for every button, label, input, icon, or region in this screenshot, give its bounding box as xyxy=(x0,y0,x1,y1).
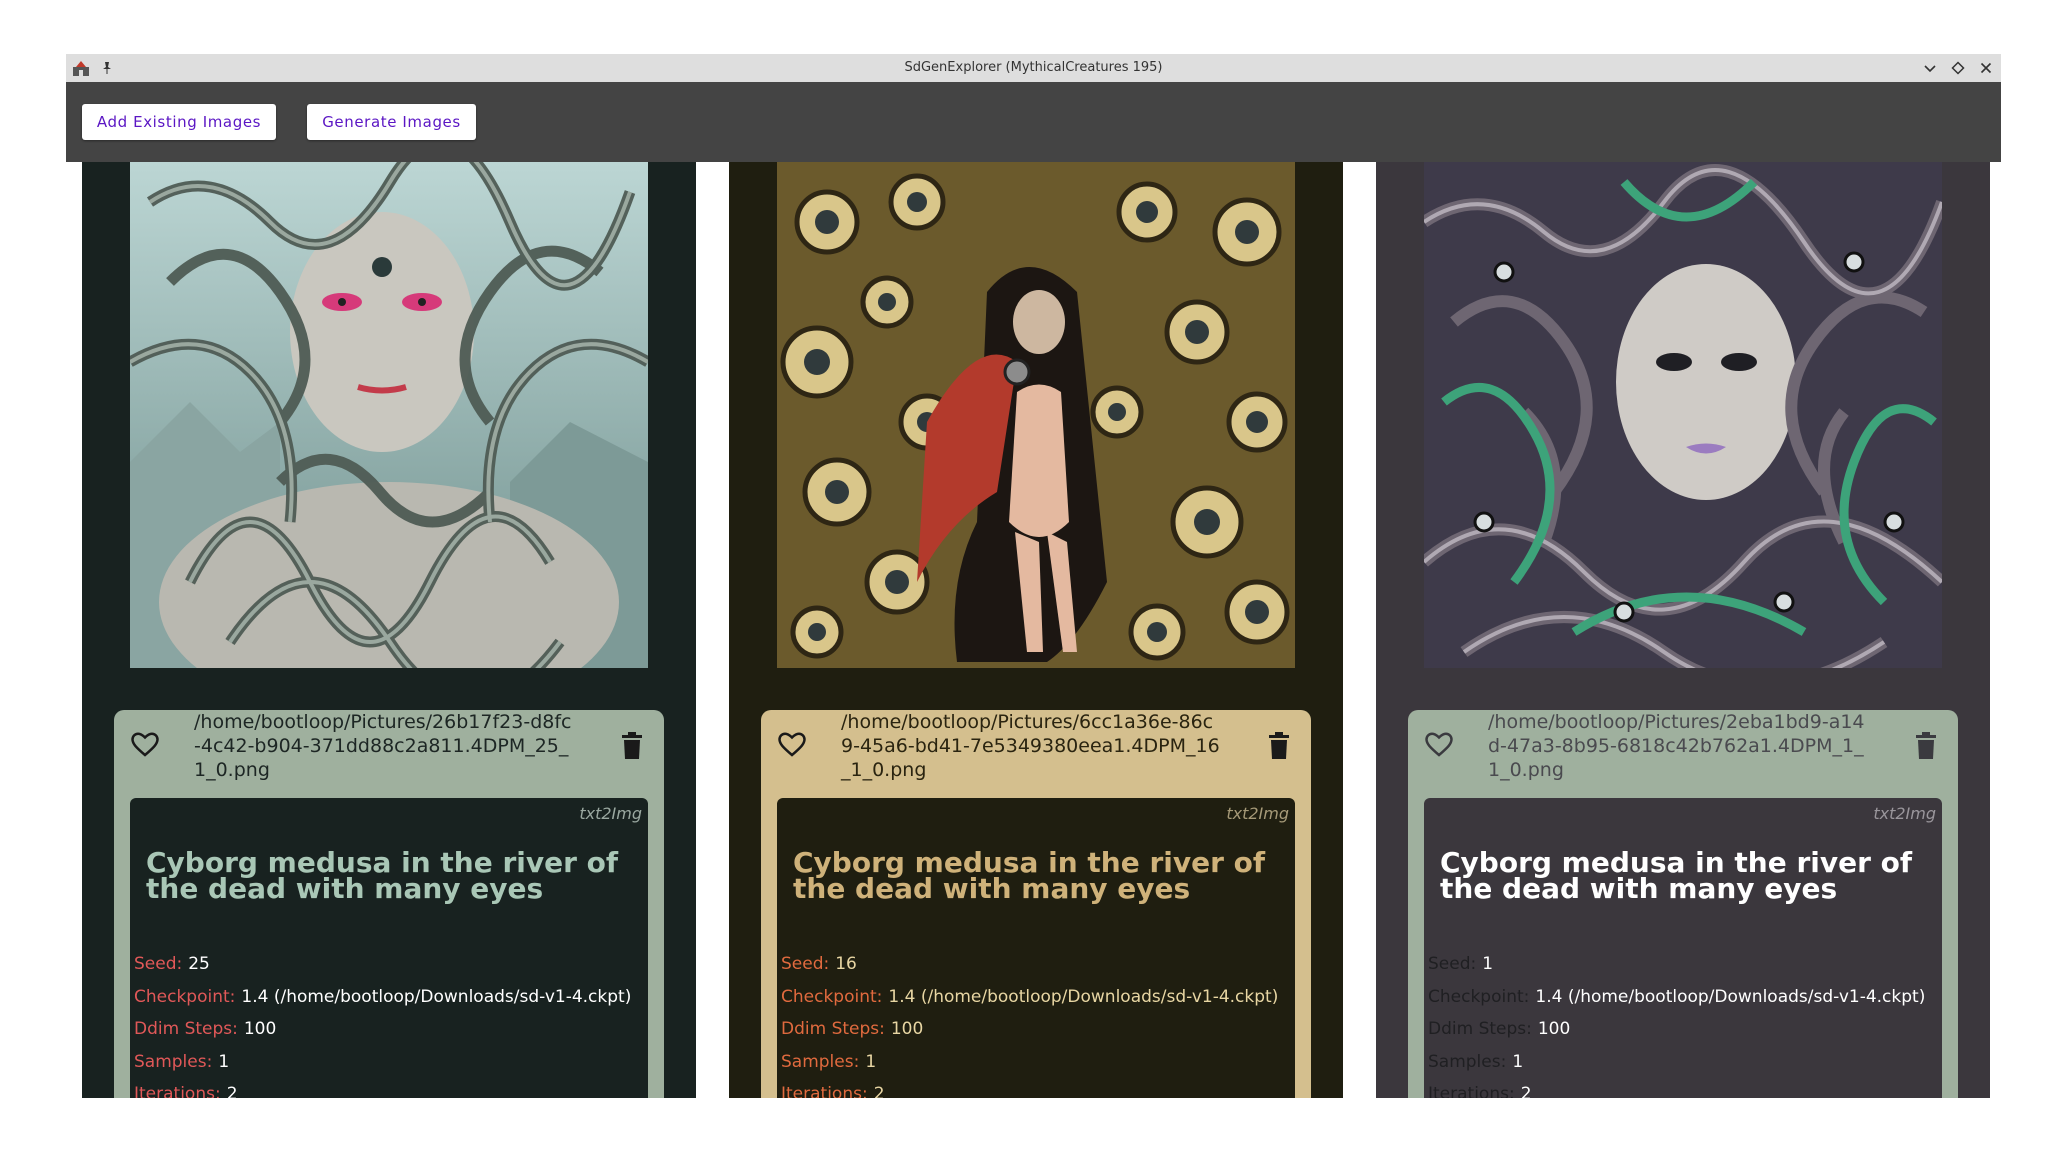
checkpoint-label: Checkpoint: xyxy=(1428,986,1530,1007)
generation-metadata: txt2Img Cyborg medusa in the river of th… xyxy=(1424,798,1942,1098)
image-info-panel: /home/bootloop/Pictures/2eba1bd9-a14d-47… xyxy=(1408,710,1958,1098)
samples-value: 1 xyxy=(865,1051,877,1072)
trash-icon[interactable] xyxy=(1267,732,1291,760)
iterations-row: Iterations: 2 xyxy=(781,1078,1278,1098)
seed-label: Seed: xyxy=(1428,954,1477,974)
iterations-value: 2 xyxy=(873,1084,885,1098)
samples-value: 1 xyxy=(218,1051,230,1072)
seed-row: Seed: 16 xyxy=(781,948,1278,981)
iterations-value: 2 xyxy=(226,1084,238,1098)
seed-row: Seed: 1 xyxy=(1428,948,1925,981)
image-card-list[interactable]: /home/bootloop/Pictures/26b17f23-d8fc-4c… xyxy=(66,162,2001,1098)
checkpoint-row: Checkpoint: 1.4 (/home/bootloop/Downloads… xyxy=(134,981,631,1014)
seed-value: 16 xyxy=(835,954,857,974)
close-icon[interactable] xyxy=(1977,59,1995,77)
checkpoint-label: Checkpoint: xyxy=(781,986,883,1007)
ddim-steps-value: 100 xyxy=(243,1019,277,1039)
seed-label: Seed: xyxy=(781,954,830,974)
generation-metadata: txt2Img Cyborg medusa in the river of th… xyxy=(130,798,648,1098)
seed-row: Seed: 25 xyxy=(134,948,631,981)
samples-row: Samples: 1 xyxy=(1428,1046,1925,1079)
checkpoint-value: 1.4 (/home/bootloop/Downloads/sd-v1-4.ck… xyxy=(241,986,632,1007)
toolbar: Add Existing Images Generate Images xyxy=(66,82,2001,162)
checkpoint-row: Checkpoint: 1.4 (/home/bootloop/Downloads… xyxy=(1428,981,1925,1014)
trash-icon[interactable] xyxy=(620,732,644,760)
generation-mode: txt2Img xyxy=(579,804,642,823)
file-path: /home/bootloop/Pictures/26b17f23-d8fc-4c… xyxy=(194,711,572,781)
ddim-steps-label: Ddim Steps: xyxy=(781,1019,885,1039)
samples-row: Samples: 1 xyxy=(781,1046,1278,1079)
generation-mode: txt2Img xyxy=(1873,804,1936,823)
heart-icon[interactable] xyxy=(777,730,807,760)
heart-icon[interactable] xyxy=(1424,730,1454,760)
ddim-steps-row: Ddim Steps: 100 xyxy=(781,1013,1278,1046)
maximize-icon[interactable] xyxy=(1949,59,1967,77)
generation-metadata: txt2Img Cyborg medusa in the river of th… xyxy=(777,798,1295,1098)
seed-label: Seed: xyxy=(134,954,183,974)
image-info-panel: /home/bootloop/Pictures/26b17f23-d8fc-4c… xyxy=(114,710,664,1098)
checkpoint-value: 1.4 (/home/bootloop/Downloads/sd-v1-4.ck… xyxy=(1535,986,1926,1007)
samples-value: 1 xyxy=(1512,1051,1524,1072)
ddim-steps-value: 100 xyxy=(1537,1019,1571,1039)
iterations-label: Iterations: xyxy=(1428,1084,1515,1098)
samples-label: Samples: xyxy=(781,1051,860,1072)
iterations-row: Iterations: 2 xyxy=(134,1078,631,1098)
file-path: /home/bootloop/Pictures/6cc1a36e-86c9-45… xyxy=(841,711,1220,781)
trash-icon[interactable] xyxy=(1914,732,1938,760)
iterations-row: Iterations: 2 xyxy=(1428,1078,1925,1098)
prompt-text: Cyborg medusa in the river of the dead w… xyxy=(146,846,619,905)
add-existing-images-button[interactable]: Add Existing Images xyxy=(82,104,276,140)
file-path: /home/bootloop/Pictures/2eba1bd9-a14d-47… xyxy=(1488,711,1865,781)
seed-value: 1 xyxy=(1482,954,1494,974)
generate-images-button[interactable]: Generate Images xyxy=(307,104,476,140)
samples-label: Samples: xyxy=(134,1051,213,1072)
generated-image[interactable] xyxy=(130,162,648,668)
samples-row: Samples: 1 xyxy=(134,1046,631,1079)
image-card: /home/bootloop/Pictures/26b17f23-d8fc-4c… xyxy=(82,162,696,1098)
checkpoint-label: Checkpoint: xyxy=(134,986,236,1007)
heart-icon[interactable] xyxy=(130,730,160,760)
prompt-text: Cyborg medusa in the river of the dead w… xyxy=(1440,846,1913,905)
iterations-label: Iterations: xyxy=(781,1084,868,1098)
ddim-steps-label: Ddim Steps: xyxy=(134,1019,238,1039)
checkpoint-row: Checkpoint: 1.4 (/home/bootloop/Downloads… xyxy=(781,981,1278,1014)
samples-label: Samples: xyxy=(1428,1051,1507,1072)
iterations-value: 2 xyxy=(1520,1084,1532,1098)
generated-image[interactable] xyxy=(777,162,1295,668)
iterations-label: Iterations: xyxy=(134,1084,221,1098)
window-title: SdGenExplorer (MythicalCreatures 195) xyxy=(904,60,1163,75)
checkpoint-value: 1.4 (/home/bootloop/Downloads/sd-v1-4.ck… xyxy=(888,986,1279,1007)
generated-image[interactable] xyxy=(1424,162,1942,668)
minimize-icon[interactable] xyxy=(1921,59,1939,77)
image-card: /home/bootloop/Pictures/6cc1a36e-86c9-45… xyxy=(729,162,1343,1098)
ddim-steps-value: 100 xyxy=(890,1019,924,1039)
seed-value: 25 xyxy=(188,954,210,974)
image-card: /home/bootloop/Pictures/2eba1bd9-a14d-47… xyxy=(1376,162,1990,1098)
title-bar: SdGenExplorer (MythicalCreatures 195) xyxy=(66,54,2001,83)
generation-mode: txt2Img xyxy=(1226,804,1289,823)
image-info-panel: /home/bootloop/Pictures/6cc1a36e-86c9-45… xyxy=(761,710,1311,1098)
prompt-text: Cyborg medusa in the river of the dead w… xyxy=(793,846,1266,905)
ddim-steps-row: Ddim Steps: 100 xyxy=(1428,1013,1925,1046)
ddim-steps-row: Ddim Steps: 100 xyxy=(134,1013,631,1046)
ddim-steps-label: Ddim Steps: xyxy=(1428,1019,1532,1039)
app-window: SdGenExplorer (MythicalCreatures 195) Ad… xyxy=(66,54,2001,1098)
